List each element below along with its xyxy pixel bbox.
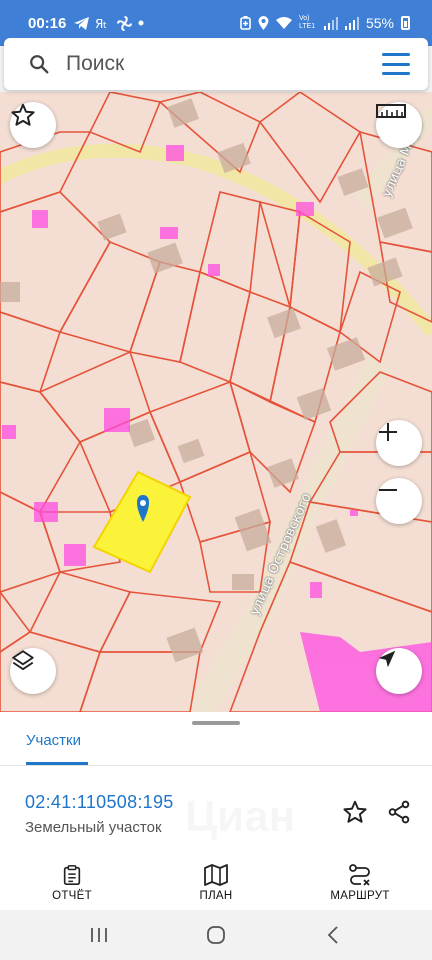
route-button[interactable]: МАРШРУТ xyxy=(288,858,432,910)
telegram-icon xyxy=(74,16,90,30)
signal-icon xyxy=(323,16,338,30)
home-button[interactable] xyxy=(196,915,236,955)
action-bar: ОТЧЁТ ПЛАН МАРШРУТ xyxy=(0,858,432,910)
my-location-button[interactable] xyxy=(376,648,422,694)
parcel-cadastral-number[interactable]: 02:41:110508:195 xyxy=(25,792,174,813)
plus-icon xyxy=(379,423,397,441)
ruler-button[interactable] xyxy=(376,102,422,148)
map-highlighted-buildings xyxy=(2,145,432,712)
favorite-parcel-button[interactable] xyxy=(339,796,371,828)
sheet-drag-handle[interactable] xyxy=(192,721,240,725)
fan-icon xyxy=(117,15,133,31)
star-icon xyxy=(343,800,367,823)
hamburger-icon xyxy=(382,53,410,56)
location-icon xyxy=(258,16,269,30)
search-input[interactable] xyxy=(66,52,366,76)
favorite-button[interactable] xyxy=(10,102,56,148)
report-label: ОТЧЁТ xyxy=(52,890,92,902)
dot-icon xyxy=(138,20,144,26)
ya-icon: Яt xyxy=(95,17,107,30)
system-nav-bar xyxy=(0,910,432,960)
divider xyxy=(0,765,432,766)
status-time: 00:16 xyxy=(28,14,67,32)
battery-saver-icon xyxy=(240,16,251,30)
back-icon xyxy=(328,926,338,944)
route-label: МАРШРУТ xyxy=(330,890,390,902)
selected-parcel[interactable] xyxy=(92,470,192,574)
ruler-icon xyxy=(376,104,406,118)
signal-icon xyxy=(344,16,359,30)
recent-apps-icon xyxy=(90,928,107,942)
map-icon xyxy=(204,864,228,886)
clipboard-icon xyxy=(63,865,81,885)
zoom-in-button[interactable] xyxy=(376,420,422,466)
svg-text:t: t xyxy=(103,21,107,30)
back-button[interactable] xyxy=(313,915,353,955)
share-button[interactable] xyxy=(383,796,415,828)
plan-label: ПЛАН xyxy=(199,890,233,902)
home-icon xyxy=(207,926,225,944)
tab-parcels[interactable]: Участки xyxy=(26,732,81,749)
battery-percent: 55% xyxy=(365,15,394,31)
star-icon xyxy=(11,103,35,126)
map-view[interactable]: улица Островского улица Мира xyxy=(0,92,432,712)
map-road xyxy=(0,143,432,337)
search-bar xyxy=(4,38,428,90)
watermark: Циан xyxy=(185,792,295,842)
layers-button[interactable] xyxy=(10,648,56,694)
wifi-icon xyxy=(275,16,292,29)
minus-icon xyxy=(379,489,397,491)
zoom-out-button[interactable] xyxy=(376,478,422,524)
battery-icon xyxy=(401,16,410,30)
parcel-type-label: Земельный участок xyxy=(25,819,162,836)
share-icon xyxy=(388,800,410,824)
search-icon xyxy=(30,55,49,74)
menu-button[interactable] xyxy=(382,53,410,75)
network-label: Vo) LTE1 xyxy=(298,15,316,30)
plan-button[interactable]: ПЛАН xyxy=(144,858,288,910)
map-canvas[interactable] xyxy=(0,92,432,712)
navigation-arrow-icon xyxy=(378,650,396,668)
report-button[interactable]: ОТЧЁТ xyxy=(0,858,144,910)
route-icon xyxy=(349,864,370,886)
layers-icon xyxy=(12,650,34,671)
recent-apps-button[interactable] xyxy=(79,915,119,955)
